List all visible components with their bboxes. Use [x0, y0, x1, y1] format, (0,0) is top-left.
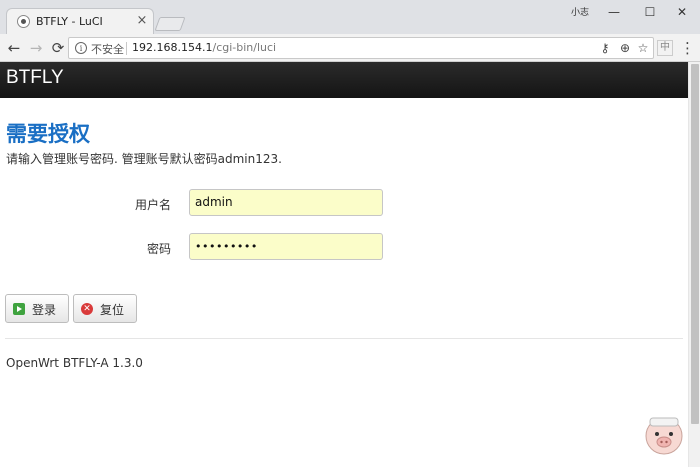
reset-button-label: 复位 [100, 303, 125, 317]
site-info-icon[interactable]: i [75, 42, 87, 54]
login-button[interactable]: 登录 [5, 294, 69, 323]
browser-menu-icon[interactable]: ⋮ [680, 38, 695, 58]
translate-extension-icon[interactable]: 中 [657, 40, 673, 56]
login-arrow-icon [13, 303, 25, 315]
browser-title-bar: BTFLY - LuCI × 小志 — ☐ ✕ [0, 0, 700, 34]
footer-version: OpenWrt BTFLY-A 1.3.0 [6, 356, 143, 370]
address-bar[interactable]: i 不安全 192.168.154.1/cgi-bin/luci ⚷ ⊕ ☆ [68, 37, 654, 59]
page-header: BTFLY [0, 62, 688, 98]
url-host: 192.168.154.1 [132, 41, 213, 54]
auth-description: 请输入管理账号密码. 管理账号默认密码admin123. [6, 152, 282, 166]
browser-toolbar: ← → ⟳ i 不安全 192.168.154.1/cgi-bin/luci ⚷… [0, 34, 700, 62]
omnibox-separator [126, 42, 127, 55]
new-tab-button[interactable] [154, 17, 186, 31]
reset-x-icon: ✕ [81, 303, 93, 315]
url-text[interactable]: 192.168.154.1/cgi-bin/luci [132, 41, 276, 54]
tab-title: BTFLY - LuCI [36, 15, 103, 28]
bookmark-star-icon[interactable]: ☆ [635, 40, 651, 56]
window-close-icon[interactable]: ✕ [664, 0, 700, 24]
username-field[interactable]: admin [189, 189, 383, 216]
forward-arrow-icon[interactable]: → [26, 38, 46, 58]
footer-divider [5, 338, 683, 339]
auth-title: 需要授权 [6, 122, 90, 146]
scrollbar[interactable] [688, 62, 700, 467]
profile-user-label[interactable]: 小志 [565, 6, 595, 20]
back-arrow-icon[interactable]: ← [4, 38, 24, 58]
key-icon[interactable]: ⚷ [597, 40, 613, 56]
reload-icon[interactable]: ⟳ [48, 38, 68, 58]
security-status[interactable]: 不安全 [91, 41, 124, 57]
scrollbar-thumb[interactable] [691, 64, 699, 424]
minimize-icon[interactable]: — [596, 0, 632, 24]
mascot-pig-icon [645, 417, 683, 455]
browser-tab[interactable]: BTFLY - LuCI × [6, 8, 154, 34]
luci-favicon-icon [17, 15, 30, 28]
login-button-label: 登录 [32, 303, 57, 317]
brand-title[interactable]: BTFLY [6, 67, 64, 89]
url-path: /cgi-bin/luci [212, 41, 277, 54]
reset-button[interactable]: ✕ 复位 [73, 294, 137, 323]
username-label: 用户名 [135, 198, 172, 212]
maximize-icon[interactable]: ☐ [632, 0, 668, 24]
password-label: 密码 [147, 242, 172, 256]
tab-close-icon[interactable]: × [135, 13, 149, 29]
password-field[interactable]: ••••••••• [189, 233, 383, 260]
zoom-icon[interactable]: ⊕ [617, 40, 633, 56]
